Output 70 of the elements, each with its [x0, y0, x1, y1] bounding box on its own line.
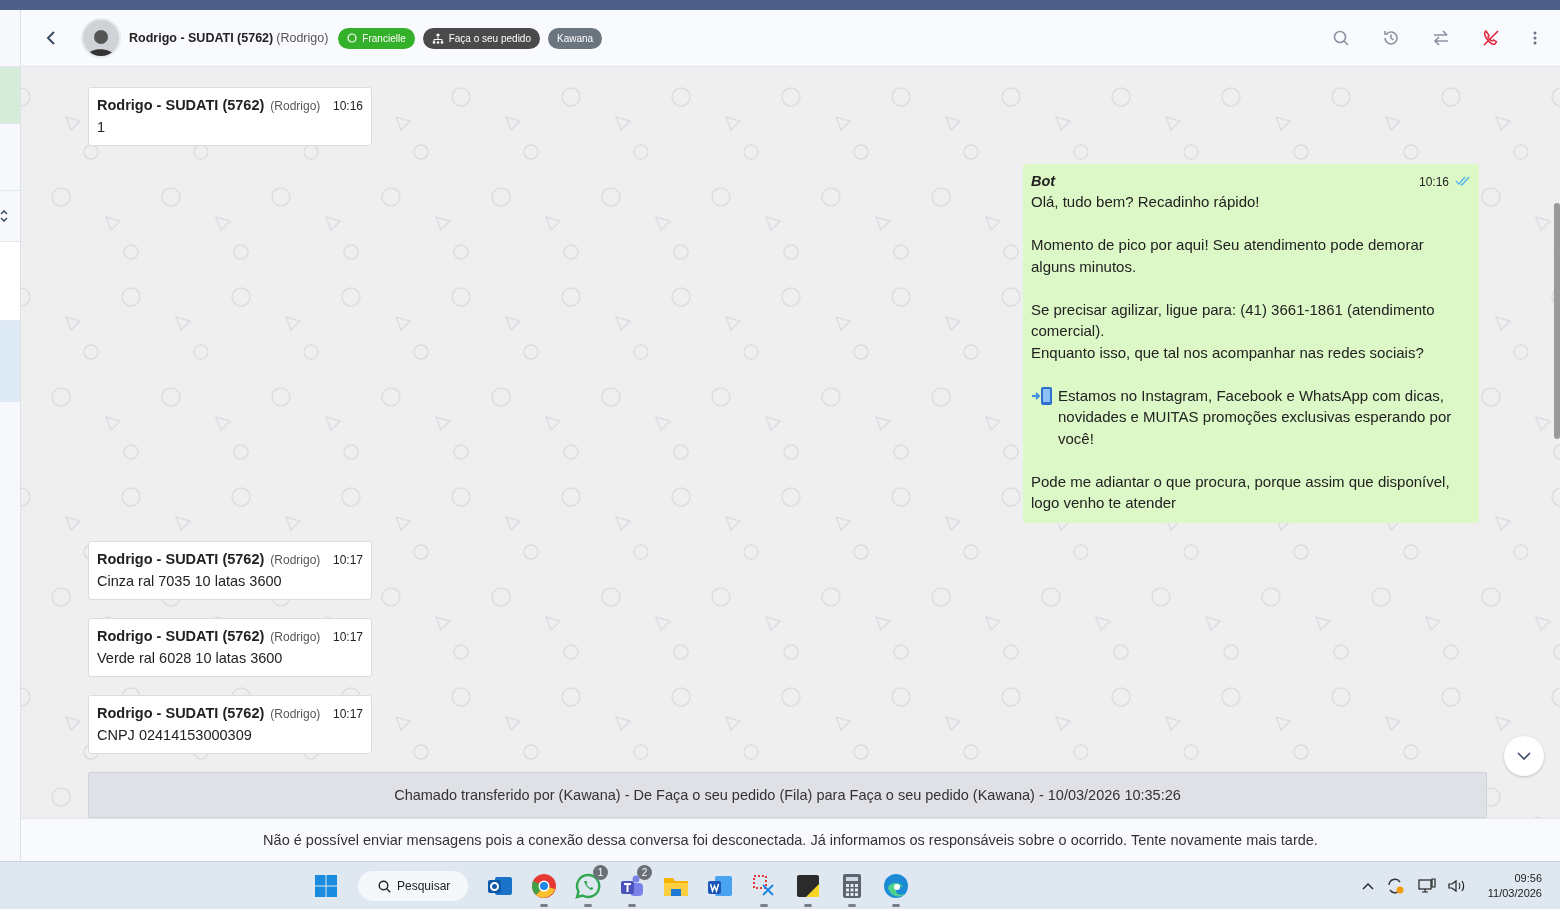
browser-icon — [531, 873, 557, 899]
chevron-up-icon[interactable] — [1361, 881, 1374, 890]
windows-icon — [314, 874, 338, 898]
running-indicator — [540, 904, 548, 907]
taskbar-app[interactable]: 2 — [614, 868, 650, 904]
message-text: Enquanto isso, que tal nos acompanhar nas redes sociais? — [1031, 342, 1424, 363]
sticky-note-icon — [796, 874, 820, 898]
expand-icon[interactable] — [0, 210, 8, 222]
message-text: 1 — [97, 118, 107, 137]
phone-arrow-icon — [1031, 385, 1055, 406]
tag: Kawana — [548, 27, 603, 49]
contact-name: Rodrigo - SUDATI (5762) — [129, 31, 274, 45]
message-text: Se precisar agilizar, ligue para: (41) 3661-1861 (atendimento comercial). — [1031, 299, 1436, 341]
chevron-down-icon — [1517, 752, 1531, 760]
message-text: Pode me adiantar o que procura, porque assim que disponível, logo venho te atender — [1031, 471, 1451, 513]
taskbar-search[interactable]: Pesquisar — [358, 871, 468, 901]
disconnected-notice: Não é possível enviar mensagens pois a conexão dessa conversa foi desconectada. Já informamos os responsáveis sobre o ocorrido. Tente novamente mais tarde. — [21, 818, 1560, 861]
message-time: 10:17 — [332, 629, 363, 644]
running-indicator — [804, 904, 812, 907]
sender-name: Rodrigo - SUDATI (5762) — [97, 97, 265, 113]
search-icon — [378, 879, 391, 893]
sender-name: Rodrigo - SUDATI (5762) — [97, 627, 265, 644]
running-indicator — [848, 904, 856, 907]
running-indicator — [892, 904, 900, 907]
hierarchy-icon — [431, 32, 444, 44]
running-indicator — [584, 904, 592, 907]
sender-name: Rodrigo - SUDATI (5762) — [97, 704, 265, 721]
scrollbar[interactable] — [1554, 203, 1560, 439]
contact-nickname: (Rodrigo) — [276, 31, 329, 45]
sender-nickname: (Rodrigo) — [270, 552, 321, 567]
message-time: 10:17 — [332, 552, 363, 567]
notification-badge: 1 — [593, 865, 608, 880]
sender-name: Bot — [1031, 173, 1056, 189]
network-icon[interactable] — [1417, 877, 1436, 894]
clock-time: 09:56 — [1514, 870, 1542, 886]
sender-nickname: (Rodrigo) — [270, 629, 321, 644]
running-indicator — [760, 904, 768, 907]
sync-icon[interactable] — [1385, 876, 1406, 895]
browser-wave-icon — [883, 873, 909, 899]
message-time: 10:16 — [332, 99, 363, 113]
more-icon — [1532, 29, 1538, 47]
message-time: 10:17 — [332, 706, 363, 721]
phone-off-icon — [1482, 29, 1500, 47]
mail-app-icon — [487, 874, 513, 898]
message-time: 10:16 — [1418, 175, 1449, 189]
swap-arrows-icon — [1432, 29, 1450, 47]
tag: Faça o seu pedido — [422, 27, 540, 49]
scroll-down-button[interactable] — [1504, 736, 1544, 776]
running-indicator — [628, 904, 636, 907]
message-text: Cinza ral 7035 10 latas 3600 — [97, 571, 283, 591]
tag: Francielle — [338, 27, 415, 49]
sender-nickname: (Rodrigo) — [270, 706, 321, 721]
notification-badge: 2 — [637, 865, 652, 880]
chevron-left-icon — [45, 30, 57, 46]
message-text: Verde ral 6028 10 latas 3600 — [97, 648, 284, 668]
message-text: CNPJ 02414153000309 — [97, 725, 253, 745]
search-icon — [1332, 29, 1350, 47]
history-icon — [1382, 29, 1400, 47]
sender-name: Rodrigo - SUDATI (5762) — [97, 550, 265, 567]
system-notice: Chamado transferido por (Kawana) - De Faça o seu pedido (Fila) para Faça o seu pedido (Kawana) - 10/03/2026 10:35:26 — [88, 771, 1487, 818]
taskbar-app[interactable]: 1 — [570, 868, 606, 904]
clock-date: 11/03/2026 — [1487, 885, 1542, 901]
message-text: Momento de pico por aqui! Seu atendimento pode demorar alguns minutos. — [1031, 235, 1425, 277]
message-text: Olá, tudo bem? Recadinho rápido! — [1031, 192, 1260, 212]
volume-icon[interactable] — [1447, 878, 1466, 893]
calculator-icon — [842, 873, 862, 899]
sender-nickname: (Rodrigo) — [270, 99, 321, 113]
document-app-icon — [707, 874, 733, 898]
avatar — [81, 18, 121, 58]
message-text: Estamos no Instagram, Facebook e WhatsApp com dicas, novidades e MUITAS promoções exclusivas esperando por você! — [1058, 385, 1453, 449]
